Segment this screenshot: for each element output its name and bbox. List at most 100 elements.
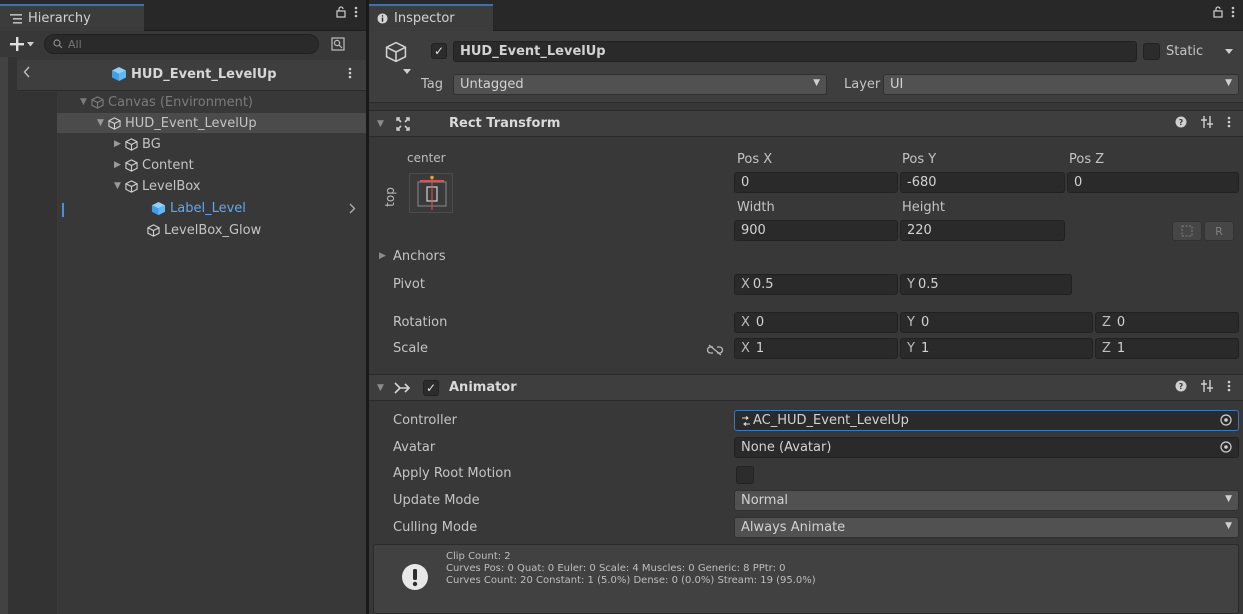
static-label: Static <box>1166 44 1204 59</box>
kebab-menu-icon[interactable] <box>1231 6 1235 18</box>
blueprint-mode-button[interactable] <box>1172 221 1202 241</box>
animator-title: Animator <box>449 380 517 395</box>
static-dropdown-arrow-icon[interactable] <box>1225 49 1233 54</box>
rect-transform-header[interactable]: ▼ Rect Transform ? <box>369 110 1243 137</box>
raw-edit-label: R <box>1215 224 1223 238</box>
pivot-label: Pivot <box>393 277 425 292</box>
tree-item[interactable]: ▼ LevelBox <box>57 176 366 196</box>
collapse-arrow-icon[interactable]: ▶ <box>114 139 125 149</box>
inspector-tab[interactable]: Inspector <box>369 4 493 31</box>
pos-z-field[interactable]: 0 <box>1067 172 1239 193</box>
chevron-right-icon[interactable] <box>349 203 356 214</box>
chevron-down-icon: ▼ <box>1225 494 1232 504</box>
kebab-menu-icon[interactable] <box>354 6 358 18</box>
chevron-down-icon <box>27 41 34 47</box>
tree-item-label: HUD_Event_LevelUp <box>125 115 257 131</box>
height-field[interactable]: 220 <box>900 220 1065 241</box>
anchors-label[interactable]: Anchors <box>393 249 446 264</box>
width-label: Width <box>737 200 775 215</box>
scene-kebab-icon[interactable] <box>348 67 352 79</box>
constrain-proportions-icon[interactable] <box>707 344 723 356</box>
tree-item[interactable]: LevelBox_Glow <box>57 220 366 240</box>
scale-label: Scale <box>393 341 428 356</box>
lock-icon[interactable] <box>1213 6 1223 18</box>
pos-z-label: Pos Z <box>1069 152 1105 167</box>
object-name-field[interactable]: HUD_Event_LevelUp <box>453 41 1137 62</box>
tree-item[interactable]: ▶ BG <box>57 134 366 154</box>
tree-item[interactable]: ▼ HUD_Event_LevelUp <box>57 113 366 133</box>
animator-enabled-checkbox[interactable]: ✓ <box>423 380 439 396</box>
hierarchy-tab-bar: Hierarchy <box>0 0 366 31</box>
avatar-field[interactable]: None (Avatar) <box>734 437 1239 458</box>
tree-item-label: Label_Level <box>170 200 246 216</box>
scale-x-value: 1 <box>755 341 765 356</box>
foldout-arrow-icon[interactable]: ▼ <box>377 119 384 129</box>
update-mode-dropdown[interactable]: Normal ▼ <box>734 490 1239 511</box>
pos-y-field[interactable]: -680 <box>900 172 1065 193</box>
chevron-down-icon: ▼ <box>1225 78 1232 88</box>
tree-item[interactable]: Label_Level <box>57 198 366 218</box>
anchor-preset-button[interactable] <box>409 173 453 213</box>
culling-mode-dropdown[interactable]: Always Animate ▼ <box>734 517 1239 538</box>
info-line: Curves Count: 20 Constant: 1 (5.0%) Dens… <box>446 575 816 586</box>
rotation-z-field[interactable]: Z 0 <box>1095 312 1239 333</box>
controller-field[interactable]: AC_HUD_Event_LevelUp <box>734 410 1239 431</box>
collapse-arrow-icon[interactable]: ▶ <box>114 160 125 170</box>
object-picker-icon[interactable] <box>1220 441 1232 453</box>
search-input[interactable]: All <box>44 34 319 54</box>
gameobject-large-icon[interactable] <box>385 41 407 63</box>
scale-x-field[interactable]: X 1 <box>734 338 898 359</box>
create-button[interactable] <box>0 33 44 55</box>
hierarchy-list-icon <box>10 13 22 24</box>
static-checkbox[interactable] <box>1143 43 1160 60</box>
apply-root-motion-label: Apply Root Motion <box>393 466 512 481</box>
help-icon[interactable]: ? <box>1175 116 1187 128</box>
axis-x-label: X <box>741 341 750 356</box>
rect-transform-title: Rect Transform <box>449 116 561 131</box>
axis-y-label: Y <box>907 315 915 330</box>
tree-item[interactable]: ▼ Canvas (Environment) <box>57 92 366 112</box>
pos-x-field[interactable]: 0 <box>734 172 898 193</box>
checkmark-icon: ✓ <box>433 44 445 58</box>
tree-gutter <box>17 92 57 614</box>
pivot-y-field[interactable]: Y 0.5 <box>900 274 1072 295</box>
rotation-z-value: 0 <box>1116 315 1126 330</box>
scale-z-field[interactable]: Z 1 <box>1095 338 1239 359</box>
tree-item[interactable]: ▶ Content <box>57 155 366 175</box>
raw-edit-button[interactable]: R <box>1204 221 1234 241</box>
foldout-arrow-icon[interactable]: ▼ <box>377 383 384 393</box>
expand-arrow-icon[interactable]: ▼ <box>97 118 108 128</box>
hierarchy-tab[interactable]: Hierarchy <box>0 4 144 31</box>
component-kebab-icon[interactable] <box>1227 116 1231 128</box>
back-arrow-icon[interactable] <box>23 66 31 78</box>
scale-z-value: 1 <box>1116 341 1126 356</box>
expand-arrow-icon[interactable]: ▼ <box>114 181 125 191</box>
preset-settings-icon[interactable] <box>1201 380 1213 392</box>
search-type-button[interactable] <box>328 34 348 54</box>
anchors-foldout-arrow-icon[interactable]: ▶ <box>379 251 386 261</box>
tag-dropdown[interactable]: Untagged ▼ <box>453 74 827 95</box>
gameobject-icon <box>91 95 104 109</box>
lock-icon[interactable] <box>336 6 346 18</box>
active-checkbox[interactable]: ✓ <box>431 43 447 59</box>
layer-dropdown[interactable]: UI ▼ <box>883 74 1239 95</box>
pivot-x-field[interactable]: X 0.5 <box>734 274 898 295</box>
apply-root-motion-checkbox[interactable] <box>736 466 754 484</box>
expand-arrow-icon[interactable]: ▼ <box>80 97 91 107</box>
preset-settings-icon[interactable] <box>1201 116 1213 128</box>
rotation-x-field[interactable]: X 0 <box>734 312 898 333</box>
icon-dropdown-arrow-icon[interactable] <box>403 69 411 74</box>
inspector-panel: Inspector ✓ HUD_Event_LevelUp Static Tag <box>369 0 1243 614</box>
info-line: Clip Count: 2 <box>446 551 511 562</box>
info-line: Curves Pos: 0 Quat: 0 Euler: 0 Scale: 4 … <box>446 563 786 574</box>
panel-divider[interactable] <box>366 0 369 614</box>
help-icon[interactable]: ? <box>1175 380 1187 392</box>
component-kebab-icon[interactable] <box>1227 380 1231 392</box>
scale-y-field[interactable]: Y 1 <box>900 338 1093 359</box>
object-picker-icon[interactable] <box>1220 414 1232 426</box>
animator-header[interactable]: ▼ ✓ Animator ? <box>369 374 1243 401</box>
width-value: 900 <box>741 223 766 238</box>
width-field[interactable]: 900 <box>734 220 898 241</box>
rotation-y-field[interactable]: Y 0 <box>900 312 1093 333</box>
checkmark-icon: ✓ <box>425 381 437 395</box>
